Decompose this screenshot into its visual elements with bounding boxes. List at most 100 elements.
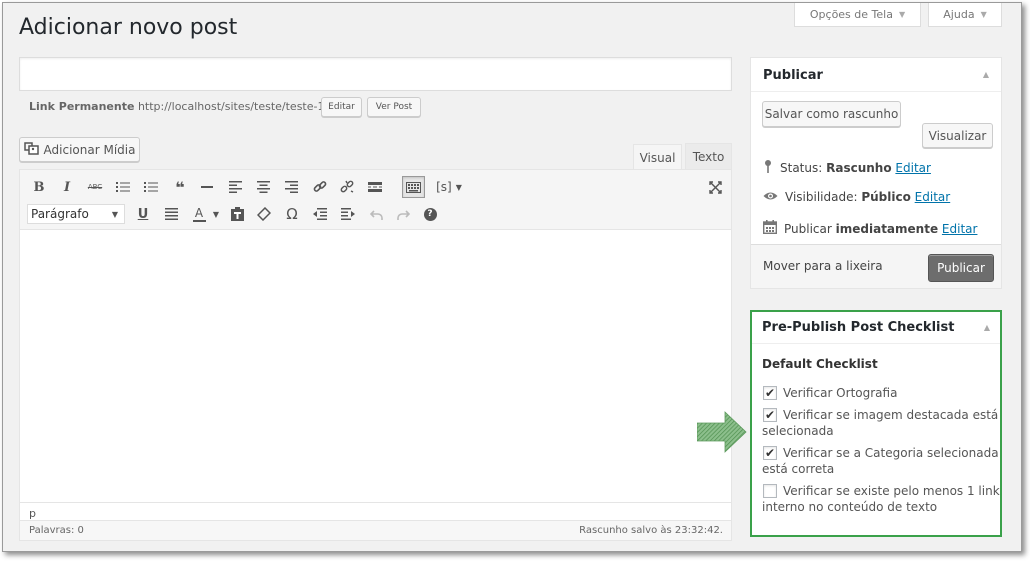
fullscreen-icon[interactable] <box>705 178 725 196</box>
caret-down-icon: ▼ <box>111 209 118 219</box>
numbered-list-icon[interactable] <box>141 178 161 196</box>
calendar-icon <box>762 220 778 237</box>
preview-button[interactable]: Visualizar <box>922 123 993 148</box>
checklist-item-line: selecionada <box>762 424 834 438</box>
checklist-item: Verificar se imagem destacada está selec… <box>762 407 998 439</box>
tab-text-label: Texto <box>692 149 725 164</box>
blockquote-icon[interactable]: ❝ <box>170 178 190 197</box>
checklist-item-line: interno no conteúdo de texto <box>762 500 938 514</box>
publish-actions: Mover para a lixeira Publicar <box>751 244 1001 288</box>
pin-icon <box>763 159 773 176</box>
caret-down-icon: ▼ <box>455 182 462 192</box>
add-media-label: Adicionar Mídia <box>43 142 136 157</box>
schedule-value: imediatamente <box>835 221 939 236</box>
toolbar-toggle-icon[interactable] <box>402 176 425 198</box>
paste-text-icon[interactable] <box>227 204 247 224</box>
help-tab[interactable]: Ajuda ▼ <box>928 3 1002 27</box>
status-prefix: Status: <box>780 160 823 175</box>
checklist-title: Pre-Publish Post Checklist <box>762 320 955 335</box>
shortcode-button[interactable]: [s] ▼ <box>432 178 466 196</box>
edit-visibility-link[interactable]: Editar <box>915 190 951 204</box>
horizontal-rule-icon[interactable] <box>197 178 217 196</box>
outdent-icon[interactable] <box>310 204 330 224</box>
edit-status-link[interactable]: Editar <box>895 161 931 175</box>
word-count: Palavras: 0 <box>29 525 84 536</box>
publish-box-header[interactable]: Publicar ▲ <box>751 58 1001 92</box>
tab-visual[interactable]: Visual <box>633 144 682 170</box>
move-to-trash-link[interactable]: Mover para a lixeira <box>763 259 883 273</box>
format-select-value: Parágrafo <box>31 207 89 221</box>
save-draft-button[interactable]: Salvar como rascunho <box>762 101 901 127</box>
redo-icon[interactable] <box>393 204 413 224</box>
special-character-icon[interactable]: Ω <box>282 204 302 224</box>
edit-schedule-link[interactable]: Editar <box>942 222 978 236</box>
collapse-arrow-icon[interactable]: ▲ <box>984 323 990 332</box>
edit-permalink-button[interactable]: Editar <box>321 97 362 117</box>
editor-content-area[interactable] <box>20 231 731 502</box>
publish-label: Publicar <box>937 261 985 275</box>
checklist-item-line: Verificar se a Categoria selecionada <box>783 446 999 460</box>
save-draft-label: Salvar como rascunho <box>764 107 899 121</box>
shortcode-label: [s] <box>436 180 452 194</box>
publish-button[interactable]: Publicar <box>928 254 994 282</box>
checklist-item: Verificar se a Categoria selecionada est… <box>762 445 999 477</box>
underline-icon[interactable]: U <box>133 204 153 224</box>
screen-options-tab[interactable]: Opções de Tela ▼ <box>794 3 921 27</box>
draft-saved-status: Rascunho salvo às 23:32:42. <box>579 525 723 536</box>
indent-icon[interactable] <box>338 204 358 224</box>
view-post-button[interactable]: Ver Post <box>367 97 421 117</box>
screen-options-label: Opções de Tela <box>809 8 893 21</box>
strikethrough-icon[interactable]: ABC <box>84 178 106 196</box>
read-more-icon[interactable] <box>365 178 385 196</box>
checklist-header[interactable]: Pre-Publish Post Checklist ▲ <box>752 312 1000 344</box>
checklist-item: Verificar Ortografia <box>762 385 998 401</box>
align-left-icon[interactable] <box>225 178 245 196</box>
help-icon[interactable]: ? <box>420 204 440 224</box>
visibility-prefix: Visibilidade: <box>785 190 858 204</box>
collapse-arrow-icon[interactable]: ▲ <box>983 70 989 79</box>
permalink-row: Link Permanente http://localhost/sites/t… <box>29 100 328 113</box>
view-post-label: Ver Post <box>375 102 413 112</box>
text-color-icon[interactable]: A <box>189 204 209 224</box>
edit-permalink-label: Editar <box>328 102 355 112</box>
unlink-icon[interactable] <box>337 178 357 196</box>
publish-box-title: Publicar <box>763 68 823 83</box>
tab-visual-label: Visual <box>639 150 676 165</box>
help-label: Ajuda <box>943 8 975 21</box>
annotation-arrow-icon <box>696 411 747 453</box>
permalink-label: Link Permanente <box>29 100 135 113</box>
publish-box: Publicar ▲ Salvar como rascunho Visualiz… <box>750 57 1002 289</box>
visibility-row: Visibilidade: Público Editar <box>763 190 950 204</box>
editor-status-bar: Palavras: 0 Rascunho salvo às 23:32:42. <box>20 520 731 540</box>
italic-icon[interactable]: I <box>57 178 77 196</box>
status-value: Rascunho <box>826 160 892 175</box>
caret-down-icon[interactable]: ▼ <box>210 204 222 224</box>
checklist-item-line: Verificar se existe pelo menos 1 link <box>783 484 1000 498</box>
pre-publish-checklist-box: Pre-Publish Post Checklist ▲ Default Che… <box>750 310 1002 537</box>
bold-icon[interactable]: B <box>29 178 49 196</box>
schedule-row: Publicar imediatamente Editar <box>762 220 978 237</box>
path-label[interactable]: p <box>29 507 36 520</box>
tab-text[interactable]: Texto <box>685 143 732 169</box>
post-editor: B I ABC ❝ [s] ▼ Parágrafo ▼ U A ▼ Ω ? p … <box>19 169 732 541</box>
align-center-icon[interactable] <box>253 178 273 196</box>
align-right-icon[interactable] <box>281 178 301 196</box>
editor-path-bar: p <box>20 502 731 520</box>
post-title-input[interactable] <box>19 57 732 91</box>
justify-icon[interactable] <box>161 204 181 224</box>
clear-formatting-icon[interactable] <box>254 204 274 224</box>
format-select[interactable]: Parágrafo ▼ <box>27 204 125 224</box>
checklist-item-line: Verificar Ortografia <box>783 386 898 400</box>
bullet-list-icon[interactable] <box>113 178 133 196</box>
caret-down-icon: ▼ <box>898 10 906 19</box>
undo-icon[interactable] <box>366 204 386 224</box>
checklist-item-line: Verificar se imagem destacada está <box>783 408 999 422</box>
add-media-button[interactable]: Adicionar Mídia <box>19 137 140 162</box>
link-icon[interactable] <box>310 178 330 196</box>
permalink-url[interactable]: http://localhost/sites/teste/teste-1/ <box>138 100 328 113</box>
media-icon <box>23 141 39 158</box>
checklist-subtitle: Default Checklist <box>762 357 878 371</box>
help-glyph: ? <box>423 207 437 221</box>
page-title: Adicionar novo post <box>19 15 238 40</box>
caret-down-icon: ▼ <box>980 10 987 19</box>
